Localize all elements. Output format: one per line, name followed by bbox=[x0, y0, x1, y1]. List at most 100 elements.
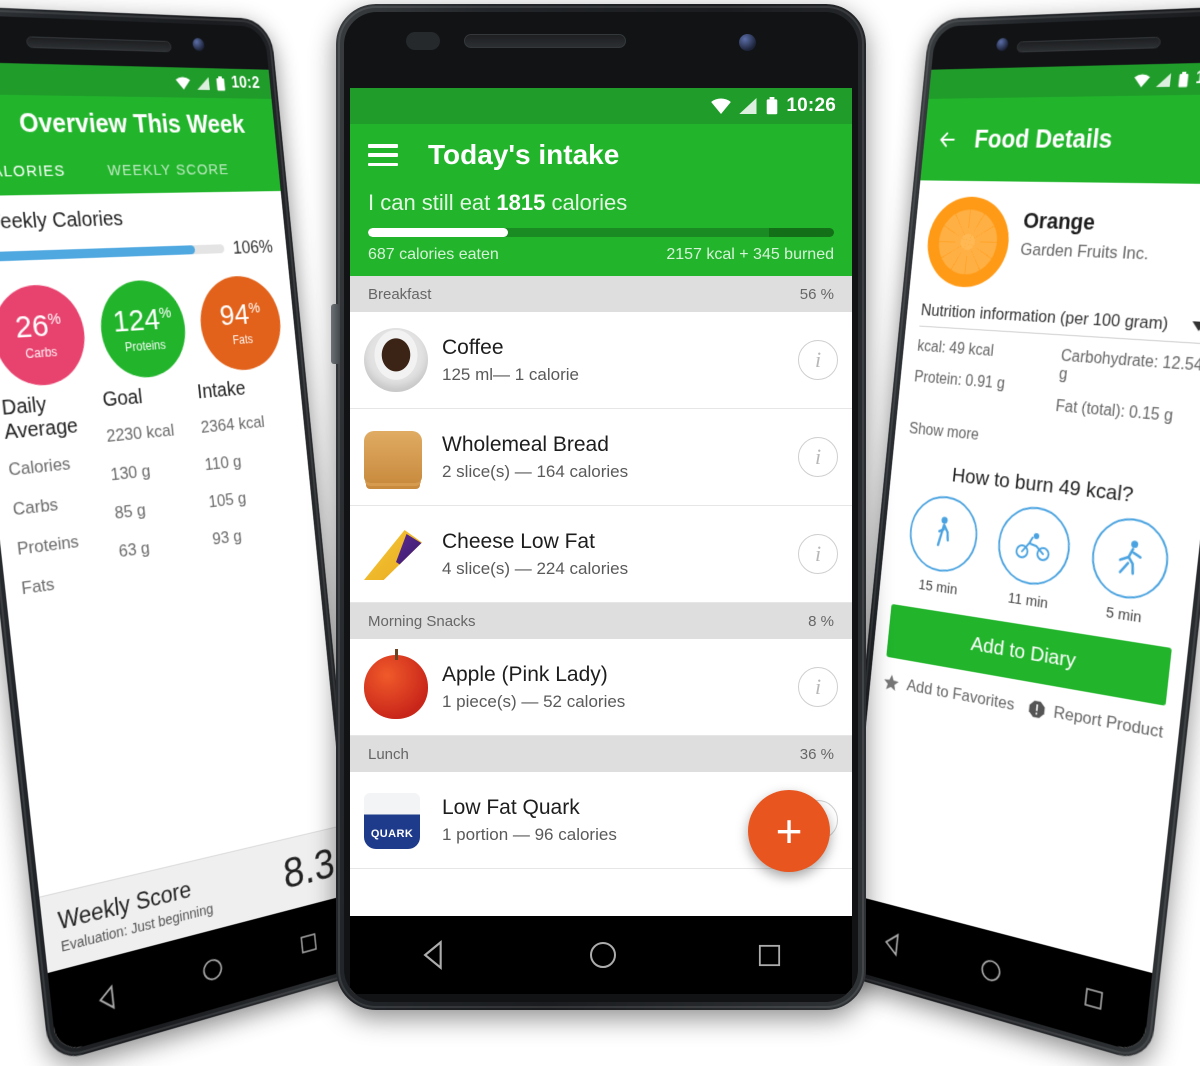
row-goal-3: 63 g bbox=[117, 538, 151, 562]
row-name-3: Fats bbox=[20, 574, 56, 599]
activity-running-minutes: 5 min bbox=[1104, 603, 1143, 627]
add-to-favorites-label: Add to Favorites bbox=[905, 675, 1016, 715]
front-camera bbox=[739, 34, 756, 51]
calorie-progress-bar bbox=[368, 228, 834, 237]
calorie-budget-label: 2157 kcal + 345 burned bbox=[666, 246, 834, 263]
status-time: 10:2 bbox=[230, 74, 261, 92]
report-product-label: Report Product bbox=[1052, 702, 1165, 742]
cycling-icon bbox=[1014, 529, 1054, 564]
tab-calories[interactable]: CALORIES bbox=[0, 162, 66, 181]
activity-walking[interactable]: 15 min bbox=[904, 492, 982, 600]
page-title: Food Details bbox=[973, 124, 1114, 154]
activity-cycling[interactable]: 11 min bbox=[992, 502, 1074, 615]
earpiece-speaker bbox=[1016, 36, 1162, 53]
add-to-favorites-button[interactable]: Add to Favorites bbox=[882, 672, 1015, 715]
volume-button[interactable] bbox=[331, 304, 340, 364]
home-circle-icon[interactable] bbox=[200, 954, 226, 985]
calorie-subtext: 687 calories eaten 2157 kcal + 345 burne… bbox=[368, 237, 834, 276]
remaining-calories-headline: I can still eat 1815 calories bbox=[368, 186, 834, 228]
page-title: Today's intake bbox=[428, 139, 620, 170]
overview-appbar: Overview This Week CALORIES WEEKLY SCORE bbox=[0, 94, 281, 197]
orange-thumb bbox=[923, 196, 1014, 289]
report-product-button[interactable]: Report Product bbox=[1027, 698, 1164, 743]
three-phone-showcase: 10:2 Overview This Week CALORIES WEEKLY … bbox=[0, 0, 1200, 1065]
col-header-goal: Goal bbox=[101, 385, 144, 412]
android-nav-bar bbox=[350, 916, 852, 994]
food-name: Low Fat Quark bbox=[442, 795, 580, 819]
battery-icon bbox=[216, 75, 226, 91]
back-arrow-icon[interactable] bbox=[935, 129, 960, 151]
info-icon[interactable]: i bbox=[798, 667, 838, 707]
home-circle-icon[interactable] bbox=[978, 955, 1004, 986]
activity-running[interactable]: 5 min bbox=[1085, 514, 1173, 630]
list-item[interactable]: Apple (Pink Lady) 1 piece(s) — 52 calori… bbox=[350, 639, 852, 736]
food-name: Apple (Pink Lady) bbox=[442, 662, 608, 686]
row-name-0: Calories bbox=[7, 453, 72, 480]
signal-icon bbox=[196, 76, 210, 90]
bread-thumb bbox=[364, 425, 428, 489]
list-item[interactable]: Wholemeal Bread 2 slice(s) — 164 calorie… bbox=[350, 409, 852, 506]
running-icon bbox=[1112, 540, 1147, 580]
chevron-down-icon[interactable] bbox=[1190, 319, 1200, 333]
star-icon bbox=[883, 673, 900, 692]
row-name-1: Carbs bbox=[11, 494, 59, 520]
product-name: Orange bbox=[1022, 207, 1097, 235]
headline-value: 1815 bbox=[496, 190, 546, 215]
status-bar: 10:26 bbox=[350, 88, 852, 124]
macro-circle-proteins: 124% Proteins bbox=[95, 278, 191, 381]
recents-square-icon[interactable] bbox=[1081, 984, 1106, 1014]
section-percent-morning-snacks: 8 % bbox=[808, 612, 834, 630]
nutrition-fat: Fat (total): 0.15 g bbox=[1054, 397, 1174, 426]
wifi-icon bbox=[1133, 73, 1151, 87]
add-food-fab[interactable]: + bbox=[748, 790, 830, 872]
product-header: Orange Garden Fruits Inc. bbox=[909, 180, 1200, 311]
earpiece-speaker bbox=[25, 36, 172, 53]
details-appbar: Food Details bbox=[920, 94, 1200, 185]
nutrition-carbohydrate: Carbohydrate: 12.54 g bbox=[1058, 347, 1200, 384]
home-circle-icon[interactable] bbox=[587, 939, 619, 971]
hamburger-icon[interactable] bbox=[368, 144, 398, 166]
front-camera bbox=[995, 37, 1009, 52]
carbs-label: Carbs bbox=[24, 344, 58, 361]
back-triangle-icon[interactable] bbox=[93, 981, 123, 1016]
signal-icon bbox=[1155, 72, 1172, 87]
carbs-percent: 26 bbox=[13, 308, 51, 345]
back-triangle-icon[interactable] bbox=[880, 927, 906, 960]
daily-average-table: Daily Average Calories Carbs Proteins Fa… bbox=[0, 375, 305, 619]
row-goal-2: 85 g bbox=[113, 500, 147, 523]
macro-circle-carbs: 26% Carbs bbox=[0, 283, 90, 389]
macro-circle-fats: 94% Fats bbox=[196, 274, 285, 373]
section-percent-breakfast: 56 % bbox=[799, 285, 834, 303]
food-name: Wholemeal Bread bbox=[442, 432, 609, 456]
tab-weekly-score[interactable]: WEEKLY SCORE bbox=[107, 161, 230, 179]
list-item[interactable]: Cheese Low Fat 4 slice(s) — 224 calories… bbox=[350, 506, 852, 603]
proximity-sensor bbox=[406, 32, 440, 50]
android-nav-bar bbox=[841, 893, 1153, 1055]
row-intake-1: 110 g bbox=[203, 451, 243, 475]
food-name: Cheese Low Fat bbox=[442, 529, 595, 553]
info-icon[interactable]: i bbox=[798, 534, 838, 574]
section-header-morning-snacks: Morning Snacks 8 % bbox=[350, 603, 852, 639]
recents-square-icon[interactable] bbox=[755, 941, 784, 970]
proteins-unit: % bbox=[158, 303, 173, 322]
row-intake-0: 2364 kcal bbox=[200, 412, 266, 437]
food-meta: 2 slice(s) — 164 calories bbox=[442, 461, 629, 481]
nutrition-protein: Protein: 0.91 g bbox=[913, 368, 1006, 393]
back-triangle-icon[interactable] bbox=[418, 938, 452, 972]
fats-percent: 94 bbox=[218, 297, 251, 332]
weekly-calories-percent: 106% bbox=[231, 236, 274, 258]
info-icon[interactable]: i bbox=[798, 340, 838, 380]
section-name-morning-snacks: Morning Snacks bbox=[368, 612, 476, 630]
food-name: Coffee bbox=[442, 335, 504, 359]
section-percent-lunch: 36 % bbox=[799, 745, 834, 763]
battery-icon bbox=[1178, 71, 1189, 87]
list-item[interactable]: Coffee 125 ml— 1 calorie i bbox=[350, 312, 852, 409]
recents-square-icon[interactable] bbox=[298, 929, 320, 957]
info-icon[interactable]: i bbox=[798, 437, 838, 477]
battery-icon bbox=[767, 97, 778, 115]
cheese-thumb bbox=[364, 522, 428, 586]
macro-circles: 26% Carbs 124% Proteins 94% Fats bbox=[0, 274, 285, 389]
section-name-breakfast: Breakfast bbox=[368, 285, 432, 303]
front-camera bbox=[192, 37, 206, 52]
headline-prefix: I can still eat bbox=[368, 190, 497, 215]
